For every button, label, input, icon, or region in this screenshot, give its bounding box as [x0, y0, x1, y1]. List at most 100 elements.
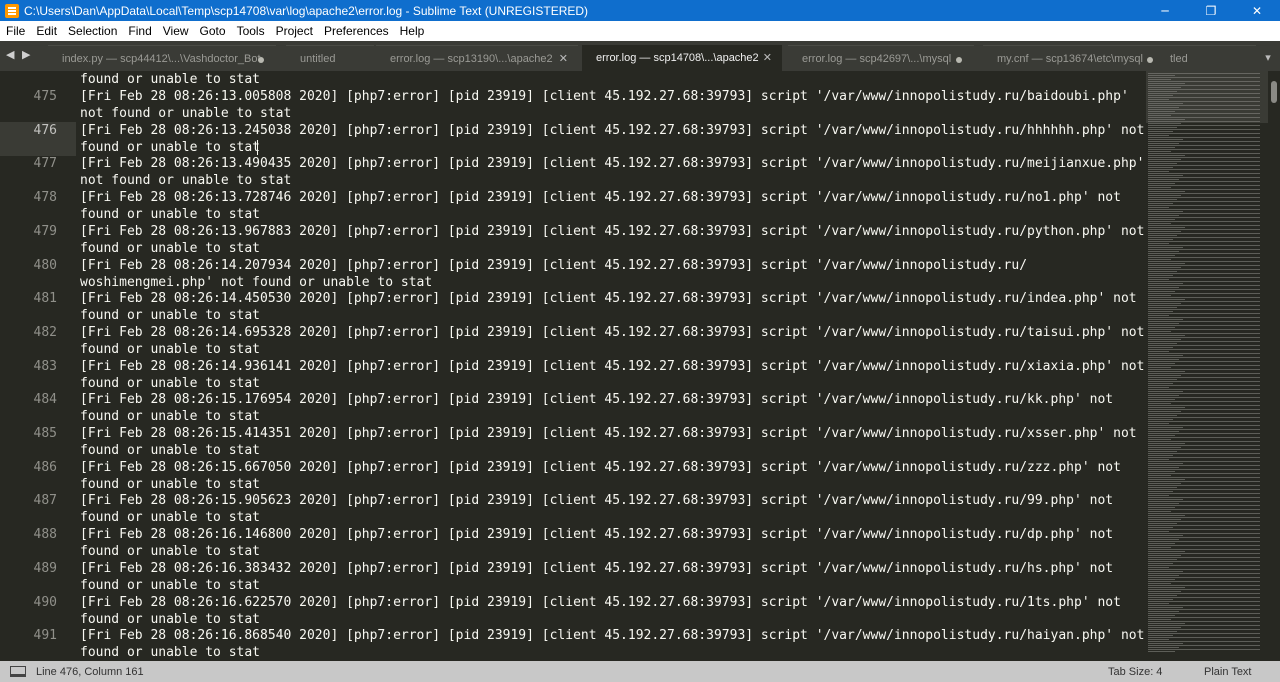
line-text: [Fri Feb 28 08:26:13.005808 2020] [php7:… — [80, 89, 1129, 121]
minimap-line — [1148, 595, 1177, 596]
line-number: 490 — [33, 594, 57, 610]
minimap-line — [1148, 543, 1175, 544]
tab-close-icon[interactable]: ✕ — [763, 45, 772, 71]
editor-line[interactable]: 477 [Fri Feb 28 08:26:13.490435 2020] [ph… — [0, 155, 1146, 189]
scrollbar-thumb[interactable] — [1271, 81, 1277, 103]
editor-line[interactable]: 475 [Fri Feb 28 08:26:13.005808 2020] [ph… — [0, 88, 1146, 122]
minimap-line — [1148, 257, 1260, 258]
minimap-line — [1148, 559, 1177, 560]
editor-line[interactable]: 483 [Fri Feb 28 08:26:14.936141 2020] [ph… — [0, 358, 1146, 392]
minimap-line — [1148, 349, 1260, 350]
minimap-line — [1148, 617, 1260, 618]
minimap-line — [1148, 491, 1173, 492]
minimap-line — [1148, 431, 1179, 432]
minimap-line — [1148, 541, 1260, 542]
menu-preferences[interactable]: Preferences — [318, 24, 394, 38]
minimap-line — [1148, 557, 1260, 558]
editor-line[interactable]: 476 [Fri Feb 28 08:26:13.245038 2020] [ph… — [0, 121, 1146, 156]
sublime-app-icon — [5, 3, 19, 18]
tab-close-icon[interactable]: ✕ — [559, 46, 568, 71]
line-text: [Fri Feb 28 08:26:14.695328 2020] [php7:… — [80, 324, 1145, 357]
editor-line[interactable]: 489 [Fri Feb 28 08:26:16.383432 2020] [ph… — [0, 560, 1146, 594]
minimap-line — [1148, 579, 1175, 580]
menu-find[interactable]: Find — [122, 24, 156, 38]
minimap-line — [1148, 273, 1260, 274]
minimap-line — [1148, 137, 1260, 138]
vertical-scrollbar[interactable] — [1268, 71, 1280, 661]
tab-my-cnf[interactable]: my.cnf — scp13674\etc\mysql — [983, 45, 1165, 71]
minimize-button[interactable]: ─ — [1142, 0, 1188, 21]
minimap-line — [1148, 485, 1260, 486]
menu-view[interactable]: View — [157, 24, 194, 38]
minimap-line — [1148, 523, 1177, 524]
tab-nav-arrows-icon[interactable]: ◀ ▶ — [6, 48, 32, 61]
editor-line[interactable]: 482 [Fri Feb 28 08:26:14.695328 2020] [ph… — [0, 324, 1146, 358]
modified-dot-icon[interactable] — [1147, 57, 1153, 63]
show-panel-icon[interactable] — [10, 666, 26, 677]
minimap-line — [1148, 205, 1260, 206]
text-cursor — [257, 139, 258, 155]
editor-line[interactable]: 486 [Fri Feb 28 08:26:15.667050 2020] [ph… — [0, 459, 1146, 493]
editor-line[interactable]: 491 [Fri Feb 28 08:26:16.868540 2020] [ph… — [0, 627, 1146, 661]
editor-line[interactable]: 490 [Fri Feb 28 08:26:16.622570 2020] [ph… — [0, 594, 1146, 628]
minimap-line — [1148, 521, 1260, 522]
menu-tools[interactable]: Tools — [231, 24, 270, 38]
minimap-line — [1148, 147, 1175, 148]
minimap-line — [1148, 427, 1183, 428]
cursor-position[interactable]: Line 476, Column 161 — [36, 666, 144, 678]
minimap-line — [1148, 229, 1260, 230]
editor-text-area[interactable]: found or unable to stat 475 [Fri Feb 28 0… — [0, 71, 1146, 661]
menu-edit[interactable]: Edit — [30, 24, 62, 38]
modified-dot-icon[interactable] — [956, 57, 962, 63]
menu-file[interactable]: File — [0, 24, 30, 38]
minimap-line — [1148, 621, 1260, 622]
modified-dot-icon[interactable] — [258, 57, 264, 63]
editor-line[interactable]: 480 [Fri Feb 28 08:26:14.207934 2020] [ph… — [0, 257, 1146, 291]
editor-line[interactable]: 488 [Fri Feb 28 08:26:16.146800 2020] [ph… — [0, 526, 1146, 560]
editor-line[interactable]: 487 [Fri Feb 28 08:26:15.905623 2020] [ph… — [0, 492, 1146, 526]
tab-size-selector[interactable]: Tab Size: 4 — [1108, 666, 1162, 678]
editor-line[interactable]: 481 [Fri Feb 28 08:26:14.450530 2020] [ph… — [0, 290, 1146, 324]
editor-line[interactable]: 478 [Fri Feb 28 08:26:13.728746 2020] [ph… — [0, 189, 1146, 223]
minimap-line — [1148, 129, 1260, 130]
minimap-line — [1148, 333, 1260, 334]
line-text: [Fri Feb 28 08:26:16.383432 2020] [php7:… — [80, 560, 1114, 593]
minimap-line — [1148, 263, 1185, 264]
minimap-line — [1148, 171, 1169, 172]
line-number: 476 — [33, 122, 57, 138]
title-bar: C:\Users\Dan\AppData\Local\Temp\scp14708… — [0, 0, 1280, 21]
minimap-line — [1148, 467, 1179, 468]
menu-selection[interactable]: Selection — [62, 24, 122, 38]
minimap-line — [1148, 133, 1260, 134]
menu-goto[interactable]: Goto — [194, 24, 231, 38]
minimap-line — [1148, 251, 1179, 252]
minimap-line — [1148, 475, 1171, 476]
minimap-line — [1148, 403, 1171, 404]
tab-index-py[interactable]: index.py — scp44412\...\Vashdoctor_Bot — [48, 45, 276, 71]
close-button[interactable]: ✕ — [1234, 0, 1280, 21]
minimap-line — [1148, 639, 1169, 640]
minimap-line — [1148, 487, 1177, 488]
editor-line[interactable]: 479 [Fri Feb 28 08:26:13.967883 2020] [ph… — [0, 223, 1146, 257]
minimap-line — [1148, 507, 1175, 508]
editor-line[interactable]: 485 [Fri Feb 28 08:26:15.414351 2020] [ph… — [0, 425, 1146, 459]
tab-untitled[interactable]: untitled — [286, 45, 374, 71]
menu-project[interactable]: Project — [270, 24, 318, 38]
menu-help[interactable]: Help — [394, 24, 430, 38]
minimap-line — [1148, 499, 1183, 500]
maximize-button[interactable]: ❐ — [1188, 0, 1234, 21]
tab-untitled-2[interactable]: tled — [1156, 45, 1256, 71]
minimap-line — [1148, 213, 1260, 214]
minimap-line — [1148, 73, 1260, 74]
minimap-line — [1148, 545, 1260, 546]
syntax-selector[interactable]: Plain Text — [1204, 666, 1252, 678]
tab-error-log-scp14708[interactable]: error.log — scp14708\...\apache2 ✕ — [582, 45, 782, 71]
minimap-line — [1148, 375, 1181, 376]
tab-error-log-scp13190[interactable]: error.log — scp13190\...\apache2 ✕ — [376, 45, 578, 71]
minimap-line — [1148, 299, 1185, 300]
minimap-line — [1148, 303, 1181, 304]
tab-overflow-icon[interactable]: ▾ — [1256, 45, 1280, 71]
tab-error-log-scp42697[interactable]: error.log — scp42697\...\mysql — [788, 45, 974, 71]
minimap[interactable] — [1146, 71, 1268, 661]
editor-line[interactable]: 484 [Fri Feb 28 08:26:15.176954 2020] [ph… — [0, 391, 1146, 425]
